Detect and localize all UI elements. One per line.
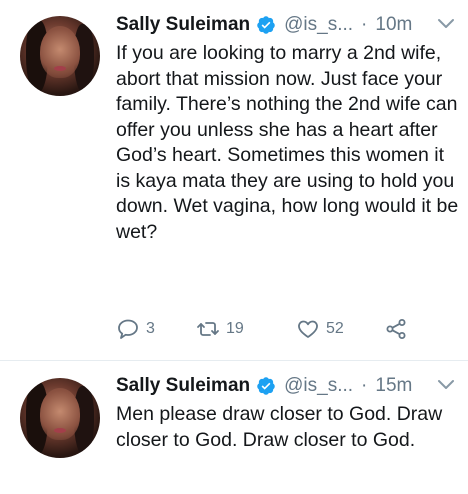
tweet-timestamp[interactable]: 10m	[375, 14, 412, 36]
tweet-text: If you are looking to marry a 2nd wife, …	[116, 42, 459, 243]
like-button[interactable]: 52	[296, 317, 344, 341]
author-name[interactable]: Sally Suleiman	[116, 14, 250, 36]
verified-badge-icon	[257, 377, 275, 395]
tweet-text: Men please draw closer to God. Draw clos…	[116, 403, 443, 451]
separator-dot: ·	[361, 375, 368, 396]
avatar[interactable]	[20, 378, 100, 458]
avatar-lips	[54, 66, 66, 71]
retweet-button[interactable]: 19	[196, 317, 244, 341]
retweet-count: 19	[226, 320, 244, 337]
tweet-actions: 3 19 52	[116, 317, 436, 343]
tweet[interactable]: Sally Suleiman @is_s... · 10m If you are…	[0, 0, 468, 360]
author-name[interactable]: Sally Suleiman	[116, 375, 250, 397]
share-icon	[386, 319, 406, 339]
verified-badge-icon	[257, 16, 275, 34]
avatar[interactable]	[20, 16, 100, 96]
author-handle[interactable]: @is_s...	[284, 375, 353, 397]
chevron-down-icon[interactable]	[436, 377, 456, 391]
like-count: 52	[326, 320, 344, 337]
separator-dot: ·	[361, 14, 368, 35]
share-button[interactable]	[384, 317, 408, 341]
reply-count: 3	[146, 320, 155, 337]
author-handle[interactable]: @is_s...	[284, 14, 353, 36]
tweet[interactable]: Sally Suleiman @is_s... · 15m Men please…	[0, 361, 468, 494]
retweet-icon	[197, 322, 219, 336]
chevron-down-icon[interactable]	[436, 16, 456, 30]
heart-icon	[298, 320, 318, 338]
tweet-timestamp[interactable]: 15m	[375, 375, 412, 397]
reply-icon	[118, 319, 138, 339]
reply-button[interactable]: 3	[116, 317, 155, 341]
tweet-header: Sally Suleiman @is_s... · 15m	[116, 373, 412, 399]
tweet-header: Sally Suleiman @is_s... · 10m	[116, 12, 412, 38]
tweet-feed: Sally Suleiman @is_s... · 10m If you are…	[0, 0, 468, 494]
avatar-lips	[54, 428, 66, 433]
